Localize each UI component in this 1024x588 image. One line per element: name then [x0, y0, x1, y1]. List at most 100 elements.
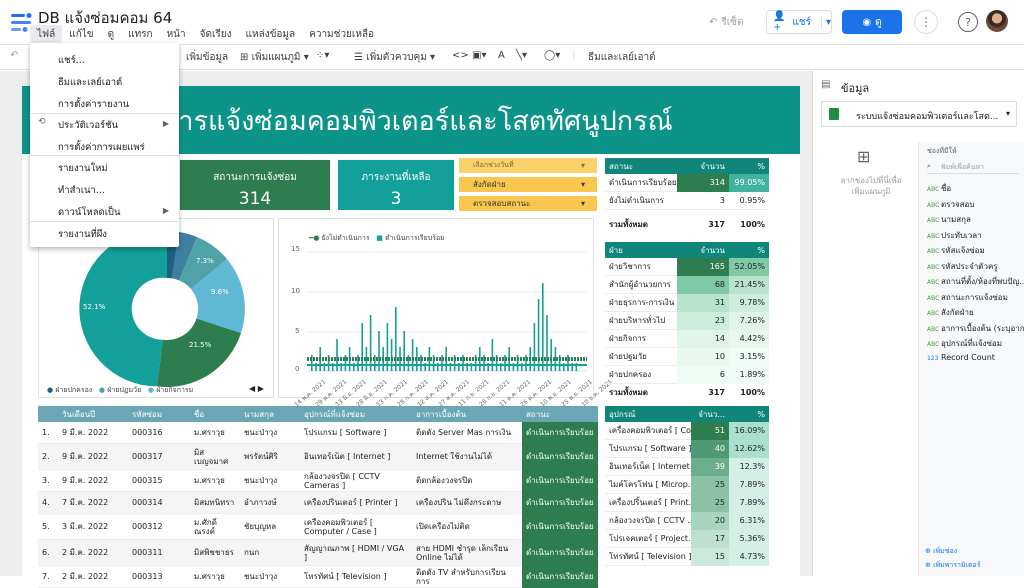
col-status[interactable]: สถานะ: [605, 160, 677, 173]
view-button[interactable]: ◉ ดู: [842, 10, 902, 34]
table-row[interactable]: โปรแกรม [ Software ] 40 12.62%: [605, 439, 769, 458]
table-row[interactable]: ฝ่ายกิจการ 14 4.42%: [605, 329, 769, 348]
col-count[interactable]: จำนวน: [677, 244, 729, 257]
legend-pager-icon[interactable]: ◀ ▶: [249, 384, 264, 393]
more-options-icon[interactable]: ⋮: [914, 10, 938, 34]
table-row[interactable]: โปรเจคเตอร์ [ Project... 17 5.36%: [605, 529, 769, 548]
menu-file[interactable]: ไฟล์: [30, 25, 63, 43]
repair-log-table[interactable]: วันเดือนปี รหัสซ่อม ชื่อ นามสกุล อุปกรณ์…: [38, 406, 598, 588]
table-row[interactable]: เครื่องคอมพิวเตอร์ [ Co... 51 16.09%: [605, 421, 769, 440]
reset-button[interactable]: ↶ รีเซ็ต: [702, 10, 756, 34]
table-row[interactable]: 5. 3 มี.ค. 2022 000312 ม.ศักดิ์ ณรงค์ ชัยบุญ…: [38, 513, 598, 540]
field-item[interactable]: ABC สังกัดฝ่าย: [927, 306, 974, 319]
table-row[interactable]: ฝ่ายปกครอง 6 1.89%: [605, 365, 769, 384]
scorecard-remaining[interactable]: ภาระงานที่เหลือ 3: [338, 160, 454, 210]
time-series-card[interactable]: ━● ยังไม่ดำเนินการ ■ ดำเนินการเรียบร้อย …: [278, 218, 614, 409]
help-icon[interactable]: ?: [958, 12, 978, 32]
data-source-selector[interactable]: ระบบแจ้งซ่อมคอมพิวเตอร์และโสต...: [821, 101, 1017, 127]
avatar[interactable]: [986, 10, 1008, 32]
field-search-input[interactable]: พิมพ์เพื่อค้นหา: [927, 158, 1019, 174]
table-row[interactable]: 3. 9 มี.ค. 2022 000315 ม.ศราวุธ ชนะป่าวุง กล้…: [38, 469, 598, 492]
col-count[interactable]: จำนว...: [691, 408, 729, 421]
menu-item-theme-layout[interactable]: ธีมและเลย์เอาต์: [58, 75, 122, 90]
shape-icon[interactable]: ◯▾: [544, 50, 560, 61]
equipment-table[interactable]: อุปกรณ์ จำนว...% เครื่องคอมพิวเตอร์ [ Co.…: [605, 406, 769, 566]
department-table[interactable]: ฝ่าย จำนวน% ฝ่ายวิชาการ 165 52.05% สำนักผู้อ…: [605, 242, 769, 400]
menu-edit[interactable]: แก้ไข: [62, 25, 100, 43]
table-row[interactable]: อินเทอร์เน็ต [ Internet ] 39 12.3%: [605, 457, 769, 476]
menu-insert[interactable]: แทรก: [121, 25, 159, 43]
code-icon[interactable]: <>: [452, 50, 469, 61]
field-item[interactable]: ABC ประทับเวลา: [927, 229, 982, 242]
add-chart-button[interactable]: ⊞ เพิ่มแผนภูมิ ▾: [240, 50, 309, 65]
field-item[interactable]: ABC ชื่อ: [927, 182, 951, 195]
share-dropdown-icon[interactable]: ▾: [820, 16, 831, 28]
table-row[interactable]: กล้องวงจรปิด [ CCTV ... 20 6.31%: [605, 511, 769, 530]
menu-item-publish-settings[interactable]: การตั้งค่าการเผยแพร่: [58, 140, 145, 155]
menu-page[interactable]: หน้า: [160, 25, 193, 43]
col-count[interactable]: จำนวน: [677, 160, 729, 173]
col-date[interactable]: วันเดือนปี: [58, 408, 128, 421]
field-item[interactable]: ABC นามสกุล: [927, 213, 971, 226]
status-filter[interactable]: ตรวจสอบสถานะ: [459, 196, 597, 211]
chevron-down-icon[interactable]: ▾: [1006, 109, 1010, 118]
text-icon[interactable]: A: [498, 50, 505, 61]
menu-resource[interactable]: แหล่งข้อมูล: [239, 25, 303, 43]
table-row[interactable]: 4. 7 มี.ค. 2022 000314 มิสมทนิทรา อำภาวงษ์ เค…: [38, 491, 598, 514]
col-device[interactable]: อุปกรณ์ที่แจ้งซ่อม: [300, 408, 412, 421]
field-item[interactable]: ABC รหัสแจ้งซ่อม: [927, 244, 985, 257]
menu-item-embed-report[interactable]: รายงานที่ผึง: [58, 227, 107, 242]
department-filter[interactable]: สังกัดฝ่าย: [459, 177, 597, 192]
add-control-button[interactable]: ☰ เพิ่มตัวควบคุม ▾: [354, 50, 435, 65]
table-row[interactable]: ฝ่ายบริหารทั่วไป 23 7.26%: [605, 311, 769, 330]
table-row[interactable]: 2. 9 มี.ค. 2022 000317 มิส เบญจมาศ พรรัตน์ศิ…: [38, 443, 598, 470]
field-item[interactable]: 123 Record Count: [927, 353, 995, 362]
scorecard-status[interactable]: สถานะการแจ้งซ่อม 314: [180, 160, 330, 210]
table-row[interactable]: 6. 2 มี.ค. 2022 000311 มิสพิชชาธร กนก สัญญาณภ…: [38, 539, 598, 566]
table-row[interactable]: ไมค์โครโฟน [ Microp... 25 7.89%: [605, 475, 769, 494]
field-item[interactable]: ABC สถานที่ตั้ง/ห้องที่พบปัญ...: [927, 275, 1024, 288]
share-button[interactable]: 👤+ แชร์ ▾: [766, 10, 832, 34]
col-pct[interactable]: %: [729, 162, 769, 171]
menu-item-version-history[interactable]: ประวัติเวอร์ชัน: [58, 118, 118, 133]
menu-item-report-settings[interactable]: การตั้งค่ารายงาน: [58, 97, 129, 112]
menu-arrange[interactable]: จัดเรียง: [193, 25, 239, 43]
field-item[interactable]: ABC รหัสประจำตัวครู: [927, 260, 998, 273]
table-row[interactable]: ฝ่ายวิชาการ 165 52.05%: [605, 257, 769, 276]
col-first-name[interactable]: ชื่อ: [190, 408, 240, 421]
community-viz-icon[interactable]: ⁘▾: [316, 50, 329, 61]
col-pct[interactable]: %: [729, 246, 769, 255]
col-symptom[interactable]: อาการเบื้องต้น: [412, 408, 522, 421]
date-range-filter[interactable]: เลือกช่วงวันที่: [459, 158, 597, 173]
table-row[interactable]: 1. 9 มี.ค. 2022 000316 ม.ศราวุธ ชนะป่าวุง โปร…: [38, 421, 598, 444]
col-dept[interactable]: ฝ่าย: [605, 244, 677, 257]
field-item[interactable]: ABC อาการเบื้องต้น (ระบุอาก...: [927, 322, 1024, 335]
add-parameter-button[interactable]: ⊕ เพิ่มพารามิเตอร์: [925, 560, 980, 571]
menu-item-download-as[interactable]: ดาวน์โหลดเป็น: [58, 205, 120, 220]
theme-layout-button[interactable]: ธีมและเลย์เอาต์: [588, 50, 656, 65]
menu-item-make-copy[interactable]: ทำสำเนา...: [58, 183, 105, 198]
status-table[interactable]: สถานะ จำนวน% ดำเนินการเรียบร้อย 314 99.05% …: [605, 158, 769, 232]
col-equipment[interactable]: อุปกรณ์: [605, 408, 691, 421]
menu-help[interactable]: ความช่วยเหลือ: [302, 25, 381, 43]
menu-view[interactable]: ดู: [101, 25, 122, 43]
table-row[interactable]: สำนักผู้อำนวยการ 68 21.45%: [605, 275, 769, 294]
image-icon[interactable]: ▣▾: [472, 50, 486, 61]
table-row[interactable]: โทรทัศน์ [ Television ] 15 4.73%: [605, 547, 769, 566]
table-row[interactable]: 7. 2 มี.ค. 2022 000313 ม.ศราวุธ ชนะป่าวุง โทร…: [38, 565, 598, 588]
field-item[interactable]: ABC อุปกรณ์ที่แจ้งซ่อม: [927, 337, 1002, 350]
col-repair-id[interactable]: รหัสซ่อม: [128, 408, 190, 421]
col-last-name[interactable]: นามสกุล: [240, 408, 300, 421]
field-item[interactable]: ABC ตรวจสอบ: [927, 198, 974, 211]
add-data-button[interactable]: เพิ่มข้อมูล: [186, 50, 228, 65]
menu-item-new-report[interactable]: รายงานใหม่: [58, 161, 108, 176]
table-row[interactable]: เครื่องปริ้นเตอร์ [ Print... 25 7.89%: [605, 493, 769, 512]
table-row[interactable]: ฝ่ายธุรการ-การเงิน 31 9.78%: [605, 293, 769, 312]
line-icon[interactable]: ╲▾: [516, 50, 527, 61]
menu-item-share[interactable]: แชร์...: [58, 53, 85, 68]
col-pct[interactable]: %: [729, 410, 769, 419]
add-field-button[interactable]: ⊕ เพิ่มช่อง: [925, 546, 957, 557]
table-row[interactable]: ฝ่ายปฐมวัย 10 3.15%: [605, 347, 769, 366]
col-status[interactable]: สถานะ: [522, 408, 598, 421]
field-item[interactable]: ABC สถานะการแจ้งซ่อม: [927, 291, 1008, 304]
